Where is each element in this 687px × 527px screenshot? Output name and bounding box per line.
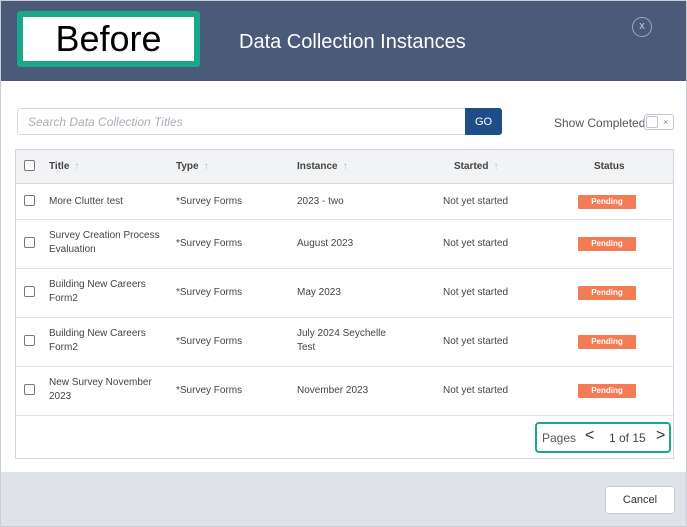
row-title-line: Form2	[49, 342, 78, 353]
show-completed-label: Show Completed	[554, 116, 646, 130]
row-checkbox[interactable]	[24, 384, 35, 395]
column-type-label: Type	[176, 161, 199, 172]
column-header-title[interactable]: Title ↑	[49, 161, 79, 172]
table-row[interactable]: Building New Careers Form2 *Survey Forms…	[16, 318, 673, 367]
table-row[interactable]: New Survey November 2023 *Survey Forms N…	[16, 367, 673, 416]
row-instance: May 2023	[297, 287, 341, 298]
table-row[interactable]: Survey Creation Process Evaluation *Surv…	[16, 220, 673, 269]
modal-title: Data Collection Instances	[239, 31, 466, 53]
row-checkbox[interactable]	[24, 237, 35, 248]
row-title[interactable]: More Clutter test	[49, 195, 123, 209]
row-type: *Survey Forms	[176, 196, 243, 207]
status-badge: Pending	[578, 237, 636, 251]
row-title-line: New Survey November	[49, 377, 152, 388]
row-type: *Survey Forms	[176, 287, 243, 298]
column-started-label: Started	[454, 161, 489, 172]
column-header-type[interactable]: Type ↑	[176, 161, 209, 172]
row-started: Not yet started	[443, 287, 509, 298]
row-title[interactable]: Building New Careers Form2	[49, 278, 146, 306]
pagination: Pages < 1 of 15 >	[535, 422, 671, 453]
table-header: Title ↑ Type ↑ Instance ↑ Started ↑ Status	[16, 150, 673, 184]
show-completed-toggle[interactable]: ×	[644, 114, 674, 130]
row-checkbox[interactable]	[24, 195, 35, 206]
row-instance: November 2023	[297, 385, 369, 396]
row-started: Not yet started	[443, 336, 509, 347]
row-title[interactable]: Survey Creation Process Evaluation	[49, 229, 160, 257]
cancel-button[interactable]: Cancel	[605, 486, 675, 514]
sort-arrow-icon: ↑	[342, 161, 348, 172]
table-row[interactable]: Building New Careers Form2 *Survey Forms…	[16, 269, 673, 318]
sort-arrow-icon: ↑	[493, 161, 499, 172]
status-badge: Pending	[578, 286, 636, 300]
row-title-line: Survey Creation Process	[49, 230, 160, 241]
row-instance: 2023 - two	[297, 196, 344, 207]
column-title-label: Title	[49, 161, 70, 172]
go-button[interactable]: GO	[465, 108, 502, 135]
status-badge: Pending	[578, 195, 636, 209]
status-badge: Pending	[578, 335, 636, 349]
before-badge: Before	[17, 11, 200, 67]
row-checkbox[interactable]	[24, 286, 35, 297]
row-instance: August 2023	[297, 238, 354, 249]
row-title[interactable]: New Survey November 2023	[49, 376, 152, 404]
search-box	[17, 108, 466, 135]
select-all-checkbox[interactable]	[24, 160, 35, 171]
search-input[interactable]	[18, 109, 466, 134]
next-page-icon[interactable]: >	[656, 427, 665, 445]
status-badge: Pending	[578, 384, 636, 398]
row-instance-line: Test	[297, 342, 316, 353]
row-type: *Survey Forms	[176, 336, 243, 347]
data-collection-modal: Before Data Collection Instances x GO Sh…	[0, 0, 687, 527]
row-checkbox[interactable]	[24, 335, 35, 346]
instances-table: Title ↑ Type ↑ Instance ↑ Started ↑ Status M…	[15, 149, 674, 459]
previous-page-icon[interactable]: <	[585, 427, 594, 445]
row-title-line: Evaluation	[49, 244, 96, 255]
row-title-line: Form2	[49, 293, 78, 304]
column-header-started[interactable]: Started ↑	[454, 161, 498, 172]
row-started: Not yet started	[443, 385, 509, 396]
row-instance: July 2024 Seychelle Test	[297, 327, 386, 355]
column-status-label: Status	[594, 161, 625, 172]
page-indicator: 1 of 15	[609, 431, 646, 445]
row-started: Not yet started	[443, 196, 509, 207]
toggle-off-icon: ×	[663, 117, 669, 127]
row-title-line: Building New Careers	[49, 279, 146, 290]
row-type: *Survey Forms	[176, 238, 243, 249]
row-title[interactable]: Building New Careers Form2	[49, 327, 146, 355]
sort-arrow-icon: ↑	[74, 161, 80, 172]
pages-label: Pages	[542, 431, 577, 445]
before-badge-label: Before	[55, 18, 162, 59]
row-title-line: 2023	[49, 391, 72, 402]
column-header-status: Status	[594, 161, 625, 172]
column-instance-label: Instance	[297, 161, 338, 172]
column-header-instance[interactable]: Instance ↑	[297, 161, 348, 172]
row-title-line: Building New Careers	[49, 328, 146, 339]
toggle-knob	[646, 116, 658, 128]
modal-header: Before Data Collection Instances x	[1, 1, 686, 81]
sort-arrow-icon: ↑	[203, 161, 209, 172]
close-icon[interactable]: x	[632, 17, 652, 37]
modal-footer: Cancel	[1, 472, 686, 526]
row-instance-line: July 2024 Seychelle	[297, 328, 386, 339]
row-started: Not yet started	[443, 238, 509, 249]
table-row[interactable]: More Clutter test *Survey Forms 2023 - t…	[16, 184, 673, 220]
row-type: *Survey Forms	[176, 385, 243, 396]
